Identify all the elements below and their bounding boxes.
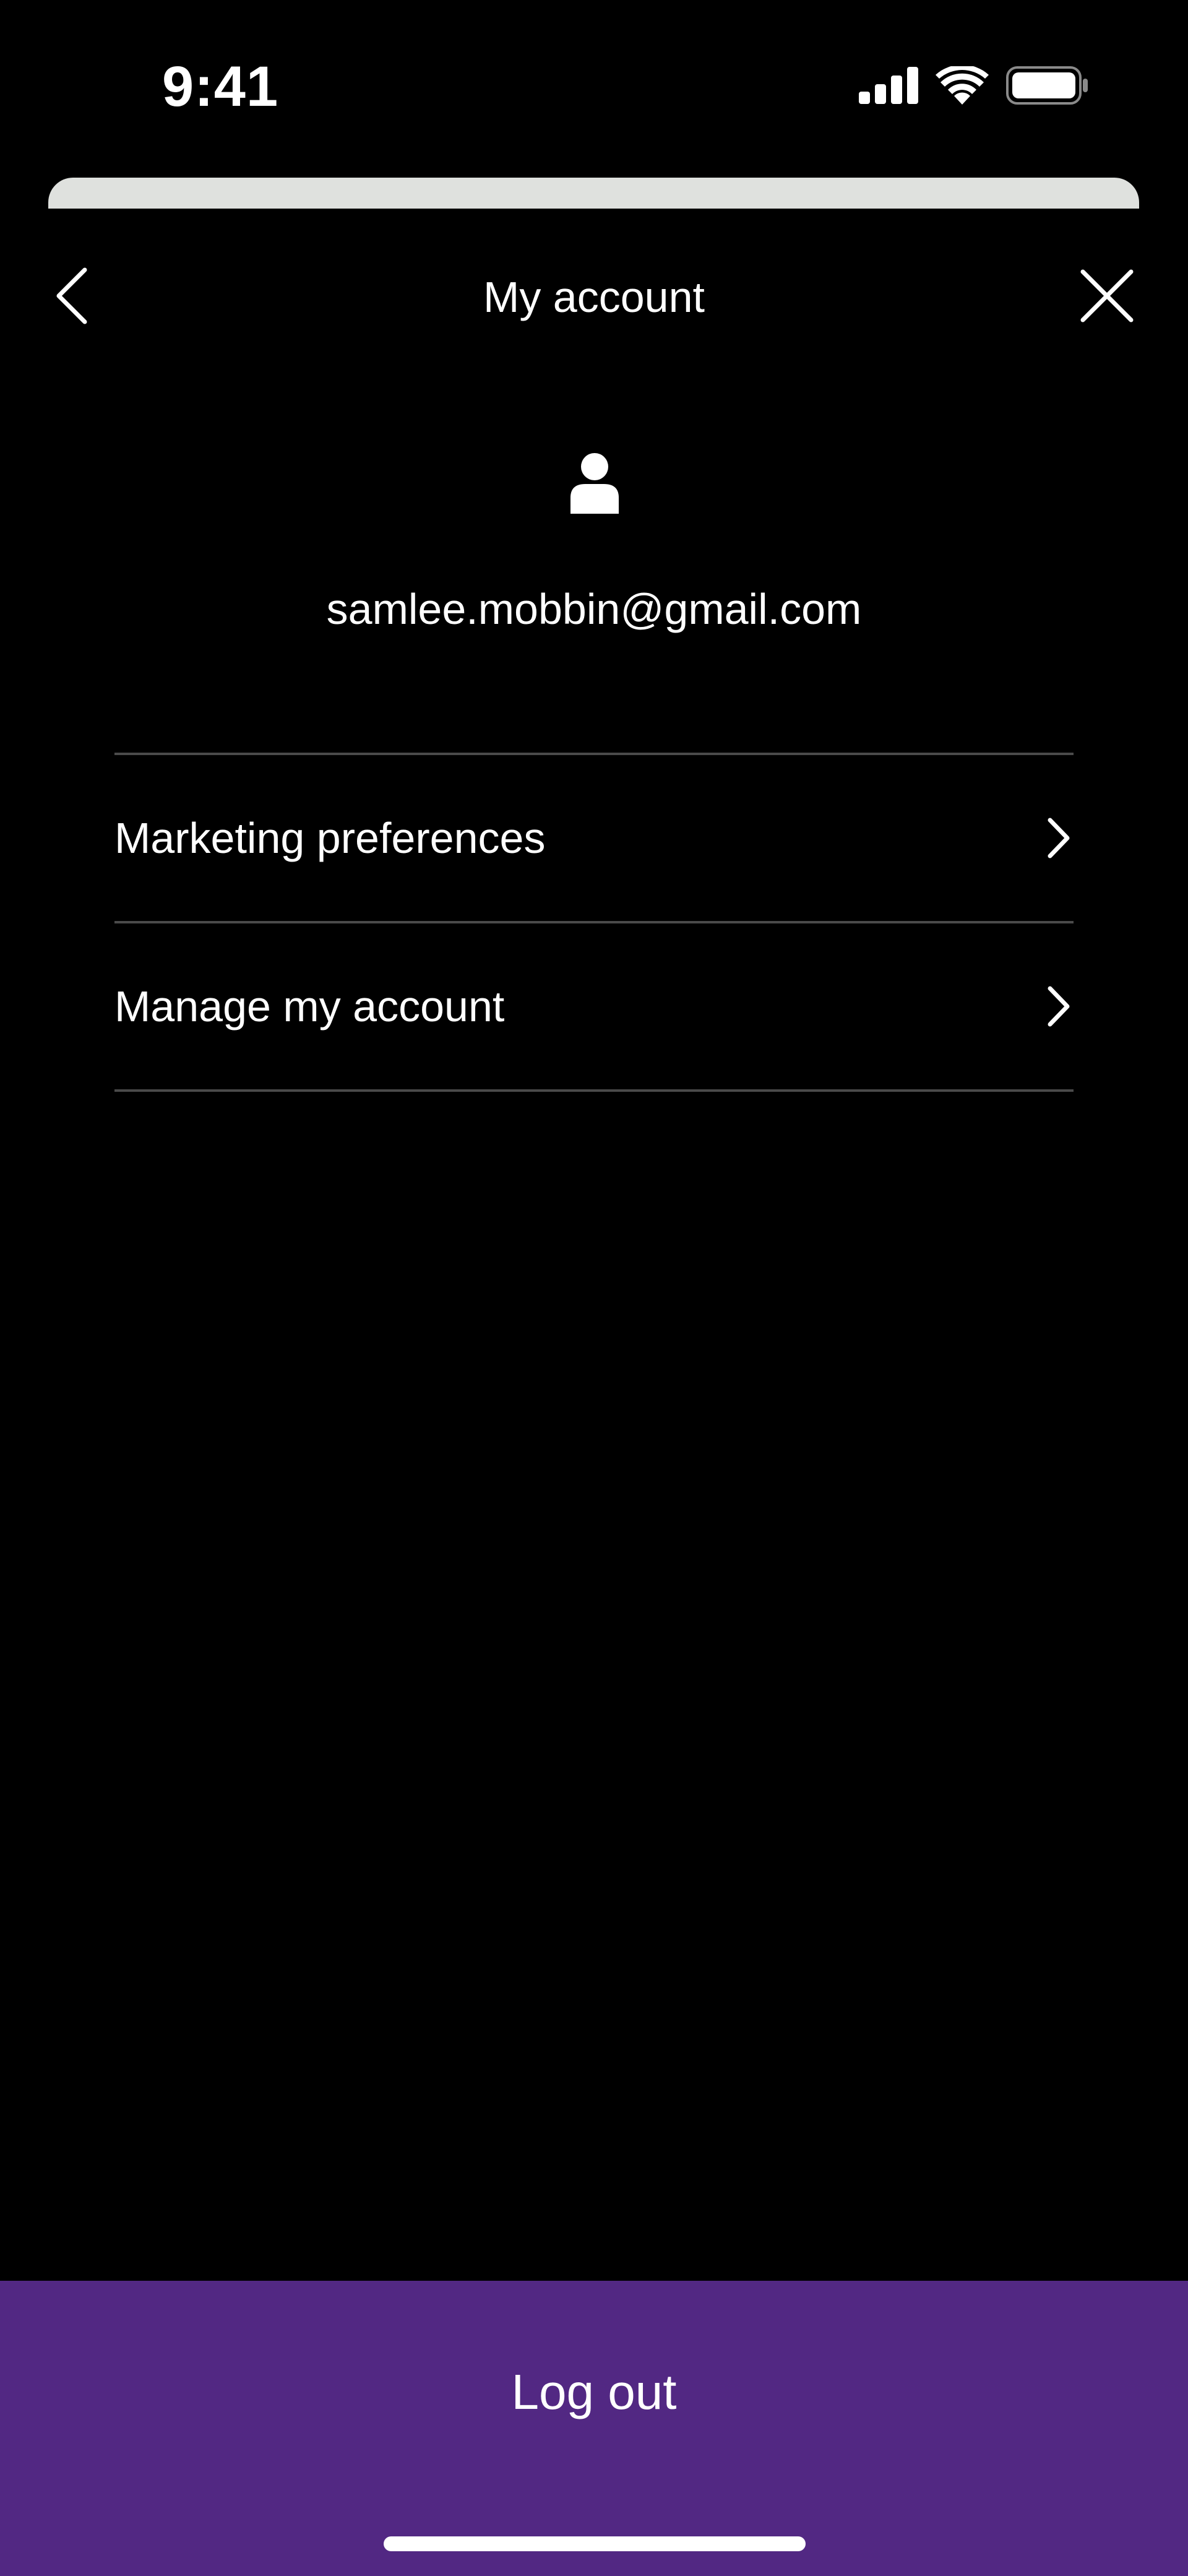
account-menu-list: Marketing preferences Manage my account bbox=[114, 753, 1074, 1092]
status-bar: 9:41 bbox=[0, 0, 1188, 173]
cellular-signal-icon bbox=[859, 66, 918, 107]
menu-item-label: Marketing preferences bbox=[114, 814, 546, 862]
logout-bar: Log out bbox=[0, 2281, 1188, 2576]
logout-button[interactable]: Log out bbox=[0, 2281, 1188, 2504]
close-icon bbox=[1079, 268, 1135, 327]
home-indicator bbox=[384, 2536, 806, 2551]
chevron-right-icon bbox=[1044, 984, 1074, 1029]
battery-icon bbox=[1006, 66, 1089, 108]
menu-item-marketing-preferences[interactable]: Marketing preferences bbox=[114, 755, 1074, 923]
user-icon bbox=[567, 452, 622, 514]
chevron-right-icon bbox=[1044, 816, 1074, 860]
sheet-top-edge bbox=[48, 178, 1139, 209]
menu-item-manage-my-account[interactable]: Manage my account bbox=[114, 923, 1074, 1092]
header: My account bbox=[0, 209, 1188, 388]
account-email: samlee.mobbin@gmail.com bbox=[326, 585, 862, 633]
status-icons bbox=[859, 64, 1089, 109]
page-title: My account bbox=[483, 273, 705, 321]
menu-item-label: Manage my account bbox=[114, 982, 505, 1031]
close-button[interactable] bbox=[1073, 263, 1141, 331]
status-time: 9:41 bbox=[162, 55, 279, 118]
wifi-icon bbox=[936, 64, 989, 108]
